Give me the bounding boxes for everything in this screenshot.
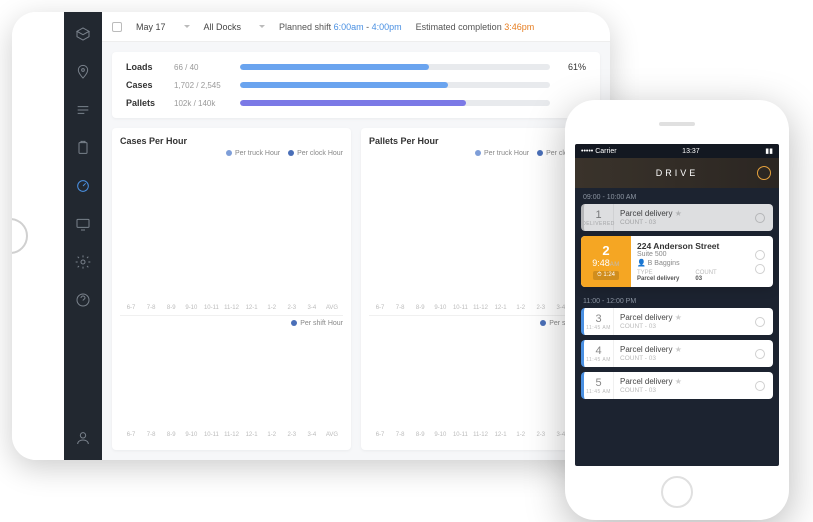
phone-app-header: DRIVE	[575, 158, 779, 188]
gauge-icon[interactable]	[75, 178, 91, 194]
delivery-item[interactable]: 1DELIVERED Parcel delivery ★COUNT - 03	[581, 204, 773, 231]
gear-icon[interactable]	[75, 254, 91, 270]
dock-selector[interactable]: All Docks	[204, 22, 266, 32]
progress-bar	[240, 82, 550, 88]
calendar-icon[interactable]	[112, 22, 122, 32]
progress-bar	[240, 100, 550, 106]
sidebar	[64, 12, 102, 460]
time-section-label: 09:00 - 10:00 AM	[575, 188, 779, 204]
date-selector[interactable]: May 17	[136, 22, 190, 32]
list-icon[interactable]	[75, 102, 91, 118]
delivery-item[interactable]: 29:48AM⏱ 1:24 224 Anderson StreetSuite 5…	[581, 236, 773, 287]
phone-speaker	[659, 122, 695, 126]
steering-wheel-icon[interactable]	[757, 166, 771, 180]
help-icon[interactable]	[75, 292, 91, 308]
monitor-icon[interactable]	[75, 216, 91, 232]
progress-row-pallets: Pallets 102k / 140k	[126, 98, 586, 108]
clipboard-icon[interactable]	[75, 140, 91, 156]
progress-row-loads: Loads 66 / 40 61%	[126, 62, 586, 72]
phone-device: ••••• Carrier13:37▮▮ DRIVE 09:00 - 10:00…	[565, 100, 789, 520]
delivery-item[interactable]: 511:45 AM Parcel delivery ★COUNT - 03	[581, 372, 773, 399]
planned-shift-label: Planned shift 6:00am - 4:00pm	[279, 22, 402, 32]
pin-icon[interactable]	[75, 64, 91, 80]
phone-status-bar: ••••• Carrier13:37▮▮	[575, 144, 779, 158]
cube-icon[interactable]	[75, 26, 91, 42]
delivery-item[interactable]: 311:45 AM Parcel delivery ★COUNT - 03	[581, 308, 773, 335]
progress-panel: Loads 66 / 40 61% Cases 1,702 / 2,545 Pa…	[112, 52, 600, 118]
progress-row-cases: Cases 1,702 / 2,545	[126, 80, 586, 90]
chart-card: Cases Per Hour Per truck HourPer clock H…	[112, 128, 351, 450]
time-section-label: 11:00 - 12:00 PM	[575, 292, 779, 308]
est-completion-label: Estimated completion 3:46pm	[416, 22, 535, 32]
delivery-item[interactable]: 411:45 AM Parcel delivery ★COUNT - 03	[581, 340, 773, 367]
tablet-device: May 17 All Docks Planned shift 6:00am - …	[12, 12, 610, 460]
progress-bar	[240, 64, 550, 70]
topbar: May 17 All Docks Planned shift 6:00am - …	[102, 12, 610, 42]
phone-home-button[interactable]	[661, 476, 693, 508]
user-icon[interactable]	[75, 430, 91, 446]
